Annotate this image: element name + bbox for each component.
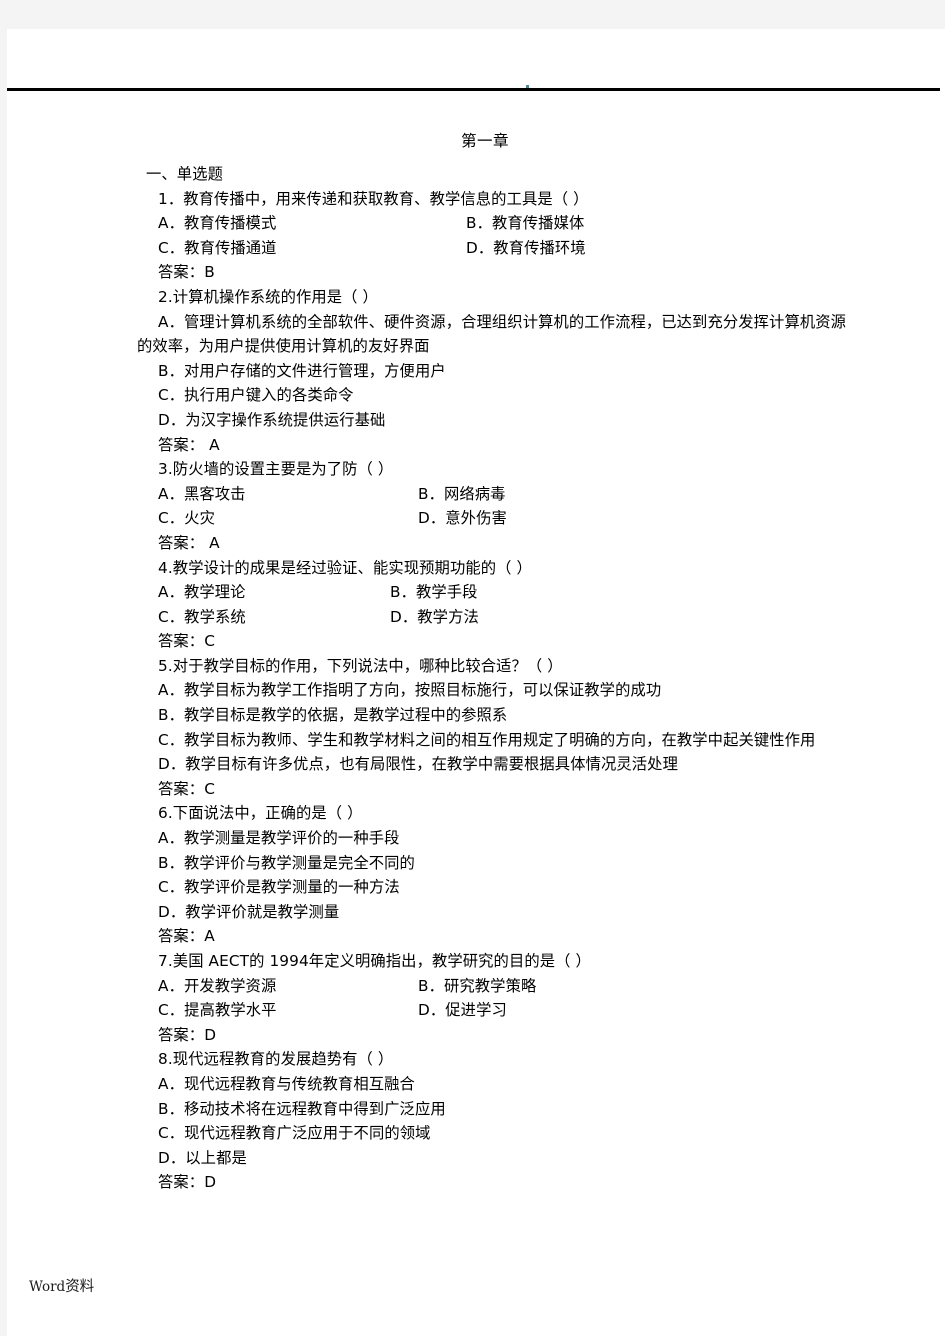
option-text: C．教学目标为教师、学生和教学材料之间的相互作用规定了明确的方向，在教学中起关键… bbox=[158, 730, 816, 749]
option-item: D．意外伤害 bbox=[418, 509, 507, 528]
question-list: 1．教育传播中，用来传递和获取教育、教学信息的工具是（ ） A．教育传播模式 B．教… bbox=[137, 187, 850, 1195]
option-item: B．教学手段 bbox=[390, 583, 478, 602]
option-item: C．教育传播通道 bbox=[158, 238, 277, 257]
answer-line: 答案： A bbox=[158, 533, 220, 552]
option-row: A．开发教学资源 B．研究教学策略 bbox=[158, 974, 850, 999]
question-stem: 5.对于教学目标的作用，下列说法中，哪种比较合适？（ ） bbox=[158, 656, 563, 675]
option-row: C．教学系统 D．教学方法 bbox=[158, 605, 850, 630]
question-block: 7.美国 AECT的 1994年定义明确指出，教学研究的目的是（ ） A．开发教学… bbox=[137, 949, 850, 1047]
option-row: A．黑客攻击 B．网络病毒 bbox=[158, 482, 850, 507]
option-item: A．教学测量是教学评价的一种手段 bbox=[158, 829, 400, 848]
option-item: A．教育传播模式 bbox=[158, 214, 277, 233]
option-item: D．教学评价就是教学测量 bbox=[158, 902, 340, 921]
option-item: D．教育传播环境 bbox=[466, 238, 586, 257]
option-row: A．教育传播模式 B．教育传播媒体 bbox=[158, 211, 850, 236]
question-stem: 4.教学设计的成果是经过验证、能实现预期功能的（ ） bbox=[158, 558, 532, 577]
option-row: C．教育传播通道 D．教育传播环境 bbox=[158, 236, 850, 261]
option-item: B．研究教学策略 bbox=[418, 976, 537, 995]
option-item: B．教学评价与教学测量是完全不同的 bbox=[158, 853, 415, 872]
document-body: 第一章 一、单选题 1．教育传播中，用来传递和获取教育、教学信息的工具是（ ） A… bbox=[7, 91, 945, 1195]
question-stem: 6.下面说法中，正确的是（ ） bbox=[158, 804, 363, 823]
option-item: B．教学目标是教学的依据，是教学过程中的参照系 bbox=[158, 706, 508, 725]
option-item: C．教学系统 bbox=[158, 607, 246, 626]
option-item: B．移动技术将在远程教育中得到广泛应用 bbox=[158, 1099, 446, 1118]
answer-line: 答案：A bbox=[158, 927, 215, 946]
question-block: 2.计算机操作系统的作用是（ ） A．管理计算机系统的全部软件、硬件资源，合理组织… bbox=[137, 285, 850, 457]
page-footer: Word资料 bbox=[29, 1278, 94, 1296]
question-stem: 2.计算机操作系统的作用是（ ） bbox=[158, 287, 378, 306]
question-stem: 7.美国 AECT的 1994年定义明确指出，教学研究的目的是（ ） bbox=[158, 952, 591, 970]
question-block: 6.下面说法中，正确的是（ ） A．教学测量是教学评价的一种手段 B．教学评价与教学… bbox=[137, 801, 850, 949]
option-item: C．教学评价是教学测量的一种方法 bbox=[158, 878, 400, 897]
option-item: B．网络病毒 bbox=[418, 484, 506, 503]
option-item: D．教学方法 bbox=[390, 607, 479, 626]
option-item: A．管理计算机系统的全部软件、硬件资源，合理组织计算机的工作流程，已达到充分发挥… bbox=[137, 310, 850, 359]
question-block: 1．教育传播中，用来传递和获取教育、教学信息的工具是（ ） A．教育传播模式 B．教… bbox=[137, 187, 850, 285]
footer-cn-label: 资料 bbox=[65, 1279, 95, 1295]
answer-line: 答案：C bbox=[158, 632, 215, 651]
option-item: C．执行用户键入的各类命令 bbox=[158, 386, 354, 405]
option-item: B．教育传播媒体 bbox=[466, 214, 585, 233]
option-item: A．教学理论 bbox=[158, 583, 246, 602]
option-item: A．教学目标为教学工作指明了方向，按照目标施行，可以保证教学的成功 bbox=[158, 681, 662, 700]
option-item: A．黑客攻击 bbox=[158, 484, 246, 503]
option-row: C．提高教学水平 D．促进学习 bbox=[158, 998, 850, 1023]
exam-content: 一、单选题 1．教育传播中，用来传递和获取教育、教学信息的工具是（ ） A．教育传… bbox=[7, 162, 945, 1195]
question-block: 4.教学设计的成果是经过验证、能实现预期功能的（ ） A．教学理论 B．教学手段 C．… bbox=[137, 556, 850, 654]
option-item: A．现代远程教育与传统教育相互融合 bbox=[158, 1074, 415, 1093]
answer-line: 答案：D bbox=[158, 1025, 217, 1044]
answer-line: 答案： A bbox=[158, 435, 220, 454]
option-item: C．教学目标为教师、学生和教学材料之间的相互作用规定了明确的方向，在教学中起关键… bbox=[158, 728, 850, 753]
section-heading: 一、单选题 bbox=[146, 165, 223, 183]
option-item: D．以上都是 bbox=[158, 1148, 247, 1167]
answer-line: 答案：C bbox=[158, 779, 215, 798]
page-title: 第一章 bbox=[461, 132, 509, 150]
answer-line: 答案：D bbox=[158, 1173, 217, 1192]
footer-word-label: Word bbox=[29, 1279, 66, 1295]
option-item: C．提高教学水平 bbox=[158, 1001, 277, 1020]
option-item: C．现代远程教育广泛应用于不同的领域 bbox=[158, 1124, 431, 1143]
option-item: D．促进学习 bbox=[418, 1001, 507, 1020]
question-block: 8.现代远程教育的发展趋势有（ ） A．现代远程教育与传统教育相互融合 B．移动技术… bbox=[137, 1047, 850, 1195]
question-stem: 8.现代远程教育的发展趋势有（ ） bbox=[158, 1050, 394, 1069]
option-row: C．火灾 D．意外伤害 bbox=[158, 506, 850, 531]
option-item: D．为汉字操作系统提供运行基础 bbox=[158, 410, 386, 429]
question-stem: 1．教育传播中，用来传递和获取教育、教学信息的工具是（ ） bbox=[158, 189, 589, 208]
option-item: A．开发教学资源 bbox=[158, 976, 277, 995]
question-stem: 3.防火墙的设置主要是为了防（ ） bbox=[158, 460, 394, 479]
answer-line: 答案：B bbox=[158, 263, 215, 282]
question-block: 5.对于教学目标的作用，下列说法中，哪种比较合适？（ ） A．教学目标为教学工作指… bbox=[137, 654, 850, 802]
option-text: A．管理计算机系统的全部软件、硬件资源，合理组织计算机的工作流程，已达到充分发挥… bbox=[137, 312, 847, 356]
option-item: B．对用户存储的文件进行管理，方便用户 bbox=[158, 361, 446, 380]
option-item: D．教学目标有许多优点，也有局限性，在教学中需要根据具体情况灵活处理 bbox=[158, 755, 678, 774]
option-row: A．教学理论 B．教学手段 bbox=[158, 580, 850, 605]
document-page: 第一章 一、单选题 1．教育传播中，用来传递和获取教育、教学信息的工具是（ ） A… bbox=[7, 29, 945, 1336]
option-item: C．火灾 bbox=[158, 509, 215, 528]
question-block: 3.防火墙的设置主要是为了防（ ） A．黑客攻击 B．网络病毒 C．火灾 D．意外伤害答… bbox=[137, 457, 850, 555]
